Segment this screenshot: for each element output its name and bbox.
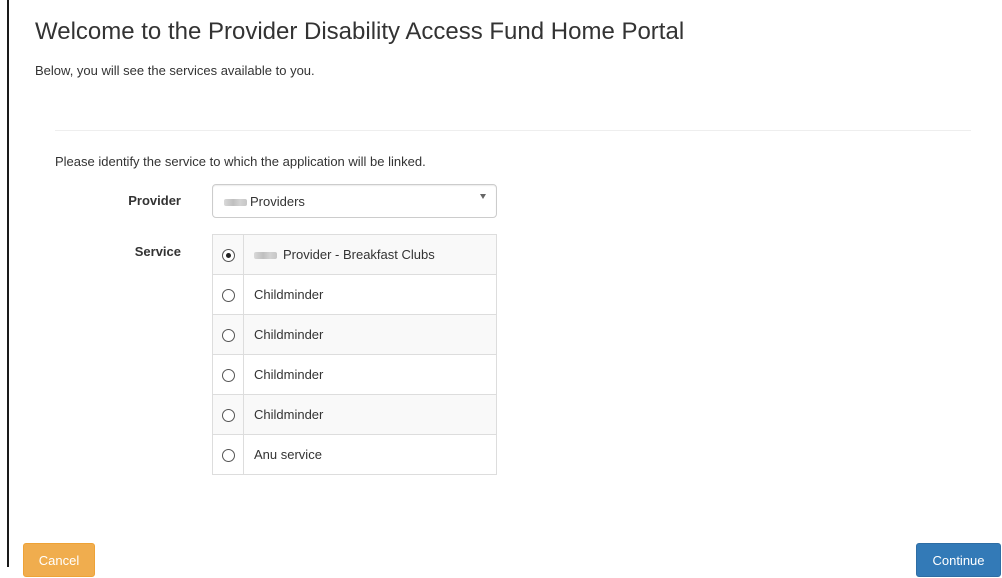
service-name: Childminder (254, 327, 324, 342)
service-name: Childminder (254, 407, 324, 422)
redacted-text (224, 199, 247, 206)
instruction-text: Please identify the service to which the… (55, 154, 426, 169)
section-divider (55, 130, 971, 131)
provider-select[interactable]: Providers (212, 184, 497, 218)
service-row[interactable]: Childminder (212, 354, 497, 395)
chevron-down-icon (480, 194, 486, 199)
radio-icon[interactable] (221, 289, 235, 303)
service-row[interactable]: Anu service (212, 434, 497, 475)
continue-button[interactable]: Continue (916, 543, 1001, 577)
page-title: Welcome to the Provider Disability Acces… (35, 18, 685, 45)
radio-icon[interactable] (221, 329, 235, 343)
service-row[interactable]: Childminder (212, 394, 497, 435)
radio-icon[interactable] (221, 449, 235, 463)
page-frame (7, 0, 1002, 567)
service-name: Anu service (254, 447, 322, 462)
radio-icon[interactable] (221, 369, 235, 383)
service-row[interactable]: Childminder (212, 314, 497, 355)
service-row[interactable]: Childminder (212, 274, 497, 315)
service-row[interactable]: Provider - Breakfast Clubs (212, 234, 497, 275)
service-name: Childminder (254, 367, 324, 382)
cancel-button[interactable]: Cancel (23, 543, 95, 577)
service-table: Provider - Breakfast Clubs Childminder C… (212, 234, 497, 475)
page-subtitle: Below, you will see the services availab… (35, 63, 315, 78)
provider-label: Provider (128, 193, 181, 208)
service-name: Childminder (254, 287, 324, 302)
service-label: Service (134, 244, 181, 259)
service-name: Provider - Breakfast Clubs (283, 247, 435, 262)
radio-icon[interactable] (221, 409, 235, 423)
radio-icon[interactable] (221, 249, 235, 263)
redacted-text (254, 252, 277, 260)
provider-select-value: Providers (250, 194, 305, 209)
